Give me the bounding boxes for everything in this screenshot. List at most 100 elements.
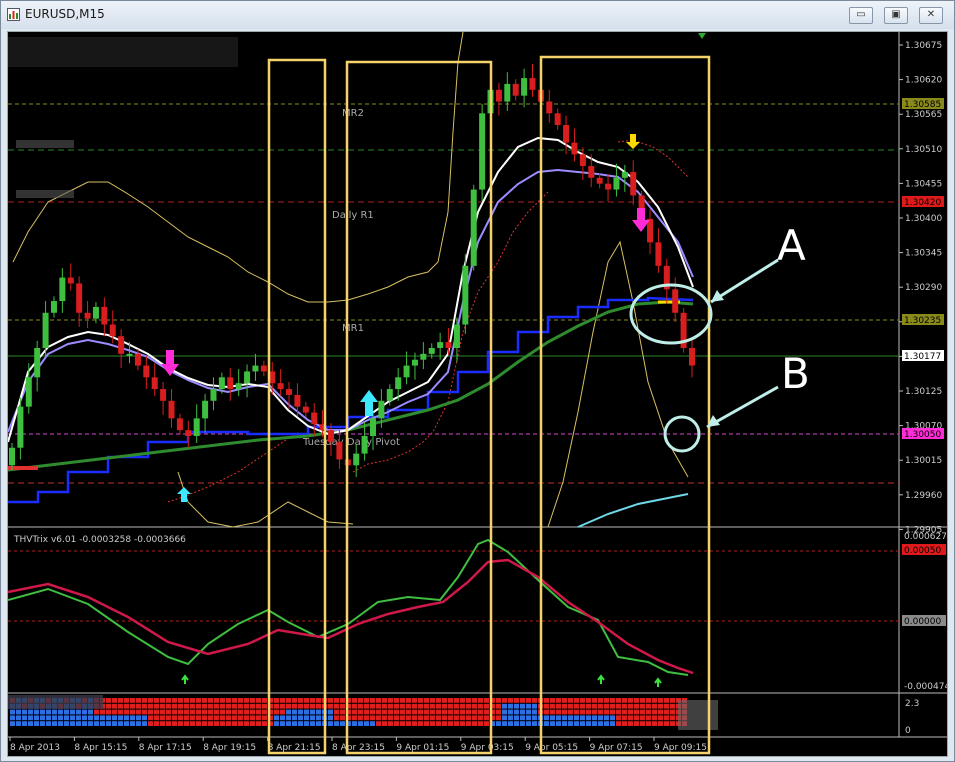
heat-cell xyxy=(226,715,231,721)
heat-cell xyxy=(160,703,165,709)
heat-cell xyxy=(358,709,363,715)
heat-cell xyxy=(448,721,453,726)
heat-cell xyxy=(400,715,405,721)
heat-cell xyxy=(592,698,597,703)
heat-cell xyxy=(310,715,315,721)
heat-cell xyxy=(580,703,585,709)
heat-cell xyxy=(370,709,375,715)
heat-cell xyxy=(652,715,657,721)
heat-cell xyxy=(154,721,159,726)
heat-cell xyxy=(106,715,111,721)
chart-canvas[interactable]: MR2 Daily R1 MR1 Tuesday Daily Pivot 1.3… xyxy=(8,32,947,756)
heat-cell xyxy=(406,709,411,715)
heat-cell xyxy=(16,709,21,715)
candle-body xyxy=(25,377,32,407)
heat-cell xyxy=(136,709,141,715)
heat-cell xyxy=(202,709,207,715)
heat-cell xyxy=(640,709,645,715)
heat-cell xyxy=(250,721,255,726)
heat-cell xyxy=(70,721,75,726)
heat-cell xyxy=(286,715,291,721)
heat-cell xyxy=(610,721,615,726)
heat-cell xyxy=(592,703,597,709)
heat-cell xyxy=(100,721,105,726)
heat-cell xyxy=(196,698,201,703)
heat-cell xyxy=(178,709,183,715)
heat-cell xyxy=(118,709,123,715)
restore-button[interactable]: ▣ xyxy=(884,7,908,24)
time-tick-label: 8 Apr 17:15 xyxy=(139,743,192,753)
heat-cell xyxy=(634,709,639,715)
heat-cell xyxy=(478,698,483,703)
arrow-up-cyan-icon xyxy=(177,487,191,502)
price-tag-label: 1.30420 xyxy=(904,198,941,208)
heat-cell xyxy=(508,715,513,721)
heat-cell xyxy=(628,721,633,726)
heat-cell xyxy=(250,715,255,721)
candle-body xyxy=(445,342,452,348)
heat-cell xyxy=(448,709,453,715)
heat-cell xyxy=(568,721,573,726)
heat-cell xyxy=(106,721,111,726)
heat-cell xyxy=(334,709,339,715)
heat-cell xyxy=(526,721,531,726)
candle-body xyxy=(168,400,175,419)
heat-cell xyxy=(106,698,111,703)
heat-cell xyxy=(472,709,477,715)
candle-body xyxy=(328,430,335,442)
candle-body xyxy=(67,277,74,284)
heat-cell xyxy=(154,698,159,703)
heat-cell xyxy=(64,709,69,715)
heat-cell xyxy=(238,698,243,703)
heat-cell xyxy=(208,721,213,726)
heat-cell xyxy=(502,721,507,726)
candle-body xyxy=(118,336,125,354)
heat-cell xyxy=(262,709,267,715)
heat-cell xyxy=(388,715,393,721)
heat-cell xyxy=(532,721,537,726)
candle-body xyxy=(84,312,91,319)
chart-area[interactable]: MR2 Daily R1 MR1 Tuesday Daily Pivot 1.3… xyxy=(7,31,948,757)
heat-cell xyxy=(232,698,237,703)
heat-cell xyxy=(154,703,159,709)
heat-cell xyxy=(496,709,501,715)
minimize-button[interactable]: ▭ xyxy=(849,7,873,24)
close-button[interactable]: ✕ xyxy=(919,7,943,24)
heat-cell xyxy=(88,721,93,726)
heat-cell xyxy=(436,698,441,703)
price-tick-label: 1.30675 xyxy=(905,41,942,51)
price-tick-label: 1.30290 xyxy=(905,283,942,293)
heat-cell xyxy=(196,709,201,715)
heat-cell xyxy=(220,721,225,726)
heat-axis-bottom: 0 xyxy=(905,726,911,736)
heat-cell xyxy=(316,715,321,721)
candle-body xyxy=(202,400,209,419)
heat-cell xyxy=(112,698,117,703)
candle-body xyxy=(428,347,435,354)
heat-cell xyxy=(520,721,525,726)
heat-cell xyxy=(184,715,189,721)
heat-cell xyxy=(364,709,369,715)
candle-body xyxy=(588,166,595,178)
heat-cell xyxy=(244,721,249,726)
heat-cell xyxy=(340,709,345,715)
heat-cell xyxy=(610,698,615,703)
candle-body xyxy=(59,277,66,302)
heat-cell xyxy=(316,709,321,715)
heat-cell xyxy=(394,715,399,721)
heat-cell xyxy=(670,709,675,715)
time-axis: 8 Apr 2013 8 Apr 15:15 8 Apr 17:15 8 Apr 19… xyxy=(9,737,707,753)
heat-cell xyxy=(256,698,261,703)
heat-cell xyxy=(370,698,375,703)
candle-body xyxy=(369,418,376,436)
heat-cell xyxy=(658,709,663,715)
candle-body xyxy=(596,177,603,184)
heat-cell xyxy=(28,709,33,715)
heat-cell xyxy=(448,698,453,703)
heat-cell xyxy=(46,715,51,721)
heat-cell xyxy=(652,703,657,709)
heat-cell xyxy=(454,721,459,726)
heat-cell xyxy=(616,709,621,715)
title-bar[interactable]: EURUSD,M15 ▭ ▣ ✕ xyxy=(1,1,954,29)
heat-cell xyxy=(52,715,57,721)
